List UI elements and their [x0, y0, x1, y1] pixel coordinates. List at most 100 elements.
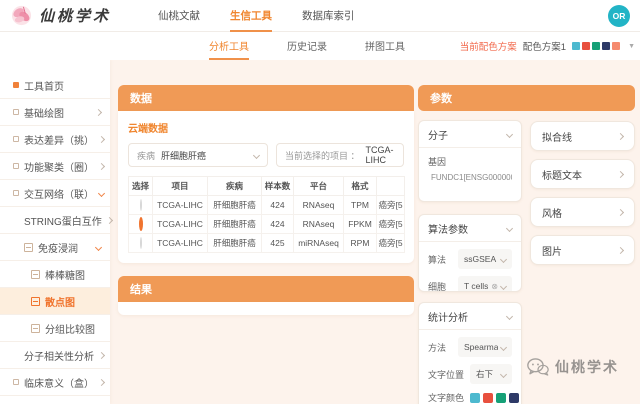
user-avatar[interactable]: OR [608, 5, 630, 27]
chevron-right-icon [616, 208, 625, 216]
fit-line-button[interactable]: 拟合线 [530, 121, 635, 151]
color-chip-3[interactable] [496, 392, 506, 403]
gene-value[interactable]: FUNDC1[ENSG000000695 [428, 173, 512, 182]
tree-node-icon [24, 242, 33, 252]
style-button[interactable]: 风格 [530, 197, 635, 227]
project-label: 当前选择的项目 ： [285, 150, 360, 161]
sidebar-item-scatter-plot[interactable]: 散点图 [0, 288, 110, 315]
text-position-value: 右下 [476, 369, 494, 379]
statistics-card-title: 统计分析 [428, 312, 468, 324]
sidebar-item-group-compare-plot[interactable]: 分组比较图 [0, 315, 110, 342]
tool-tabs: 分析工具 历史记录 拼图工具 [190, 32, 424, 60]
algorithm-card-body: 算法 ssGSEA 细胞 T cells ⊗ [419, 241, 521, 292]
algorithm-card-title: 算法参数 [428, 224, 468, 236]
current-scheme-label: 当前配色方案 [459, 42, 517, 53]
brand-name: 仙桃学术 [39, 7, 112, 25]
sidebar-item-functional-cluster[interactable]: 功能聚类（圈） [0, 153, 110, 180]
sidebar-item-label: 表达差异（挑） [24, 135, 94, 147]
table-row[interactable]: TCGA-LIHC 肝细胞肝癌 425 miRNAseq RPM 癌旁[5 [128, 233, 405, 253]
method-select[interactable]: Spearman [458, 337, 512, 357]
image-button[interactable]: 图片 [530, 235, 635, 265]
title-text-label: 标题文本 [542, 170, 582, 182]
tab-analysis-tools[interactable]: 分析工具 [209, 32, 249, 60]
algorithm-card-header[interactable]: 算法参数 [419, 215, 521, 241]
col-header-platform: 平台 [293, 176, 344, 196]
sidebar-item-interaction-network[interactable]: 交互网络（联） [0, 180, 110, 207]
sidebar-item-label: 交互网络（联） [24, 189, 94, 201]
table-row[interactable]: TCGA-LIHC 肝细胞肝癌 424 RNAseq FPKM 癌旁[5 [128, 214, 405, 234]
sidebar-item-clinical-significance[interactable]: 临床意义（盒） [0, 369, 110, 396]
tab-collage-tools[interactable]: 拼图工具 [365, 32, 405, 60]
row-radio[interactable] [139, 237, 142, 249]
style-label: 风格 [542, 208, 562, 220]
color-chip-2[interactable] [483, 392, 493, 403]
statistics-card-header[interactable]: 统计分析 [419, 303, 521, 329]
title-text-button[interactable]: 标题文本 [530, 159, 635, 189]
sidebar-item-label: 功能聚类（圈） [24, 162, 94, 174]
scheme-swatches[interactable] [572, 42, 621, 50]
cell-format: FPKM [343, 214, 377, 234]
molecule-card-header[interactable]: 分子 [419, 121, 521, 147]
result-panel-header: 结果 [118, 276, 414, 302]
cell-samples: 424 [261, 195, 294, 215]
project-value: TCGA-LIHC [365, 145, 394, 165]
chevron-right-icon [97, 135, 106, 143]
sidebar-item-string-ppi[interactable]: STRING蛋白互作 [0, 207, 113, 234]
col-header-project: 项目 [152, 176, 208, 196]
scheme-swatch-4 [602, 42, 611, 50]
algorithm-label: 算法 [428, 254, 447, 265]
chevron-right-icon [616, 246, 625, 254]
row-radio-selected[interactable] [138, 217, 143, 231]
nav-item-bioinfo-tools[interactable]: 生信工具 [230, 0, 273, 32]
cloud-data-tab[interactable]: 云端数据 [128, 120, 168, 135]
cell-disease: 肝细胞肝癌 [207, 233, 262, 253]
table-row[interactable]: TCGA-LIHC 肝细胞肝癌 424 RNAseq TPM 癌旁[5 [128, 195, 405, 215]
remove-tag-icon[interactable]: ⊗ [491, 282, 498, 291]
chevron-right-icon [616, 132, 625, 140]
tree-node-icon [31, 296, 40, 306]
chevron-down-icon [252, 151, 261, 159]
text-position-select[interactable]: 右下 [470, 364, 512, 384]
fit-line-label: 拟合线 [542, 132, 572, 144]
chevron-right-icon [97, 162, 106, 170]
cell-select[interactable]: T cells ⊗ [458, 276, 512, 291]
sidebar-item-expression-diff[interactable]: 表达差异（挑） [0, 126, 110, 153]
text-color-swatches [470, 392, 521, 403]
statistics-card-body: 方法 Spearman 文字位置 右下 文字颜色 [419, 329, 521, 404]
statistics-card: 统计分析 方法 Spearman 文字位置 右下 文字颜色 [418, 302, 522, 404]
sidebar-item-immune-infiltration[interactable]: 免疫浸润 [0, 234, 110, 261]
color-chip-1[interactable] [470, 392, 480, 403]
scheme-name[interactable]: 配色方案1 [523, 39, 566, 53]
cell-label: 细胞 [428, 281, 447, 292]
data-panel-body: 云端数据 疾病 肝细胞肝癌 当前选择的项目 ： TCGA-LIHC 选择 项目 [118, 111, 414, 263]
disease-select[interactable]: 疾病 肝细胞肝癌 [128, 143, 268, 167]
sidebar-item-label: 免疫浸润 [38, 243, 78, 255]
data-panel: 数据 云端数据 疾病 肝细胞肝癌 当前选择的项目 ： TCGA-LIHC 选择 [118, 85, 414, 263]
sidebar-item-molecular-correlation[interactable]: 分子相关性分析 [0, 342, 110, 369]
sidebar-item-lollipop-plot[interactable]: 棒棒糖图 [0, 261, 110, 288]
menu-icon [13, 163, 19, 169]
nav-item-literature[interactable]: 仙桃文献 [158, 0, 200, 32]
color-chip-4[interactable] [509, 392, 519, 403]
sidebar-item-tool-home[interactable]: 工具首页 [0, 72, 110, 99]
algorithm-card: 算法参数 算法 ssGSEA 细胞 T cells ⊗ [418, 214, 522, 292]
tab-history[interactable]: 历史记录 [287, 32, 327, 60]
algorithm-select[interactable]: ssGSEA [458, 249, 512, 269]
disease-label: 疾病 [137, 150, 156, 161]
chevron-down-icon [499, 343, 508, 351]
nav-item-database-index[interactable]: 数据库索引 [302, 0, 355, 32]
color-scheme-bar: 当前配色方案 配色方案1 ▼ [460, 32, 635, 60]
sub-nav: 分析工具 历史记录 拼图工具 当前配色方案 配色方案1 ▼ [0, 32, 640, 60]
selected-project-box: 当前选择的项目 ： TCGA-LIHC [276, 143, 404, 167]
row-radio[interactable] [139, 199, 142, 211]
scheme-dropdown-caret-icon[interactable]: ▼ [628, 43, 635, 50]
chevron-right-icon [105, 216, 113, 224]
sidebar-item-basic-plot[interactable]: 基础绘图 [0, 99, 110, 126]
col-header-select: 选择 [128, 176, 153, 196]
result-panel: 结果 [118, 276, 414, 315]
sidebar-item-label: 棒棒糖图 [45, 270, 85, 282]
sidebar: 工具首页 基础绘图 表达差异（挑） 功能聚类（圈） 交互网络（联） STRING… [0, 60, 113, 404]
data-controls: 疾病 肝细胞肝癌 当前选择的项目 ： TCGA-LIHC [128, 143, 404, 167]
wechat-watermark: 仙桃学术 [527, 357, 619, 377]
brand-logo[interactable]: 仙桃学术 [10, 4, 111, 27]
